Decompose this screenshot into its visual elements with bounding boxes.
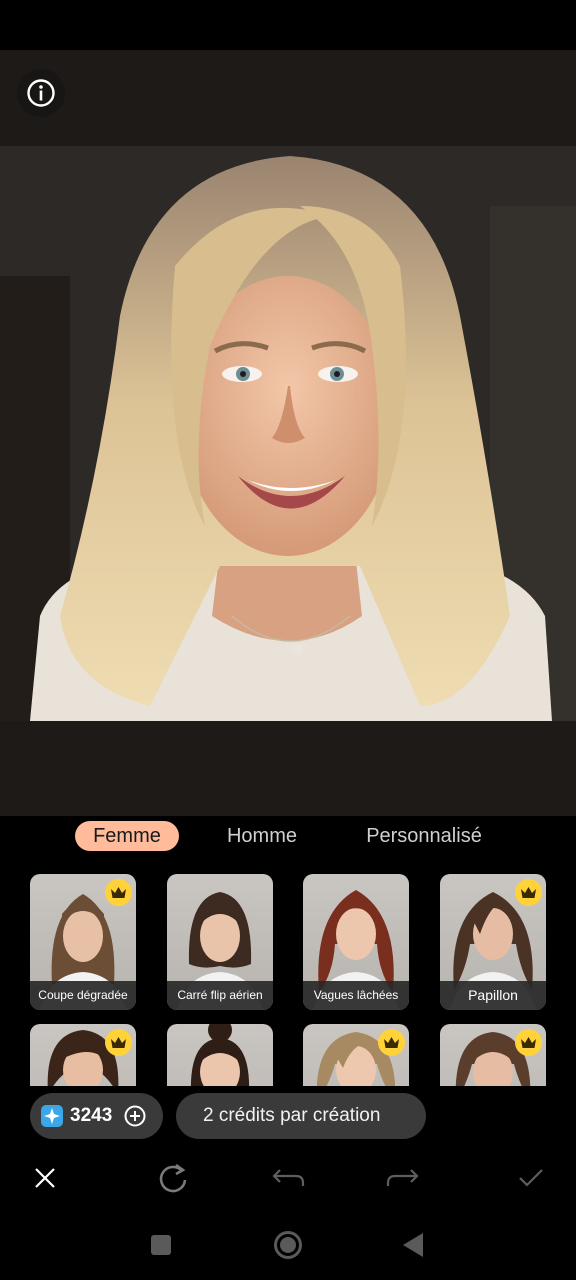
gem-icon [41, 1105, 63, 1127]
plus-circle-icon[interactable] [124, 1105, 146, 1127]
hairstyle-grid: Coupe dégradée Carré flip aérien Vagues … [0, 874, 576, 1086]
square-icon [151, 1235, 171, 1255]
info-button[interactable] [17, 69, 65, 117]
back-button[interactable] [398, 1230, 428, 1260]
redo-button[interactable] [385, 1160, 421, 1196]
recents-button[interactable] [146, 1230, 176, 1260]
portrait-photo [0, 146, 576, 721]
preview-area [0, 50, 576, 816]
undo-icon [272, 1169, 305, 1186]
credits-count: 3243 [70, 1105, 113, 1126]
hairstyle-tile[interactable] [440, 1024, 546, 1086]
crown-icon [105, 1029, 132, 1056]
tab-homme[interactable]: Homme [212, 821, 312, 851]
circle-icon [274, 1231, 302, 1259]
hairstyle-tile[interactable] [30, 1024, 136, 1086]
hairstyle-tile-carre-flip-aerien[interactable]: Carré flip aérien [167, 874, 273, 1010]
hairstyle-label: Vagues lâchées [303, 981, 409, 1010]
hairstyle-tile-papillon[interactable]: Papillon [440, 874, 546, 1010]
close-icon [35, 1168, 55, 1188]
credits-badge[interactable]: 3243 [30, 1093, 163, 1139]
refresh-icon [159, 1163, 187, 1193]
regenerate-button[interactable] [155, 1160, 191, 1196]
status-bar [0, 0, 576, 50]
hairstyle-label: Papillon [440, 981, 546, 1010]
category-tabs: Femme Homme Personnalisé [0, 816, 576, 858]
hairstyle-tile-vagues-lachees[interactable]: Vagues lâchées [303, 874, 409, 1010]
crown-icon [515, 879, 542, 906]
credits-tooltip: 2 crédits par création [176, 1093, 426, 1139]
undo-button[interactable] [270, 1160, 306, 1196]
redo-icon [386, 1169, 419, 1186]
info-icon [27, 79, 55, 107]
confirm-button[interactable] [513, 1160, 549, 1196]
home-button[interactable] [273, 1230, 303, 1260]
system-nav-bar [0, 1208, 576, 1280]
tab-personnalise[interactable]: Personnalisé [350, 821, 498, 851]
check-icon [519, 1169, 543, 1187]
edit-toolbar [0, 1154, 576, 1204]
hairstyle-tile[interactable] [303, 1024, 409, 1086]
hairstyle-tile[interactable] [167, 1024, 273, 1086]
hairstyle-tile-coupe-degradee[interactable]: Coupe dégradée [30, 874, 136, 1010]
hairstyle-label: Coupe dégradée [30, 981, 136, 1010]
triangle-back-icon [403, 1233, 423, 1257]
crown-icon [105, 879, 132, 906]
hairstyle-label: Carré flip aérien [167, 981, 273, 1010]
close-button[interactable] [27, 1160, 63, 1196]
crown-icon [378, 1029, 405, 1056]
crown-icon [515, 1029, 542, 1056]
tab-femme[interactable]: Femme [75, 821, 179, 851]
